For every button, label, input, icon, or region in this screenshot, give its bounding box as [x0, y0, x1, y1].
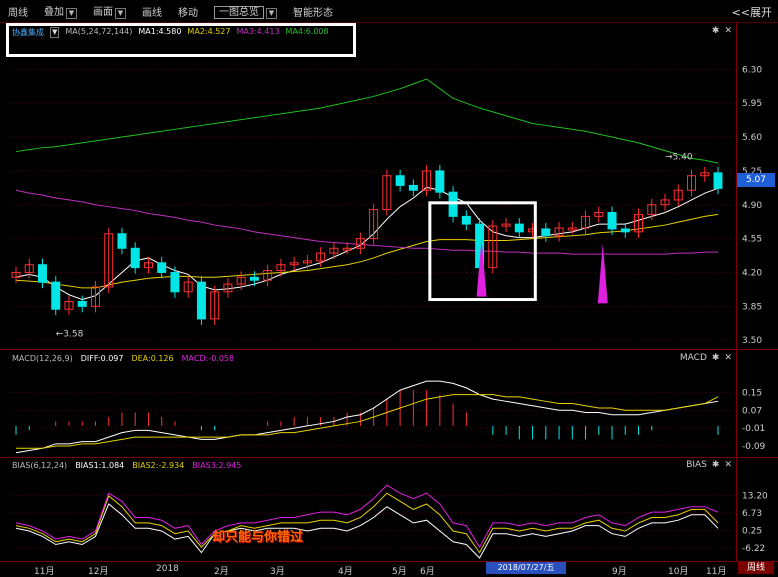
gear-icon[interactable]: ✱ — [712, 26, 720, 36]
macd-legend: MACD(12,26,9) DIFF:0.097 DEA:0.126 MACD:… — [12, 354, 234, 363]
close-point — [170, 271, 180, 293]
period-tag[interactable]: 周线 — [738, 562, 774, 574]
bias2-value: BIAS2:-2.934 — [132, 461, 185, 470]
chart-canvas: 6.305.955.605.254.904.554.203.853.50←3.5… — [10, 65, 768, 559]
macd-title: MACD(12,26,9) — [12, 354, 73, 363]
bias-tag: BIAS — [686, 460, 707, 470]
close-point — [249, 276, 259, 281]
x-tick-label: 11月 — [706, 567, 727, 577]
x-axis: 11月 12月 2018 2月 3月 4月 5月 6月 9月 10月 11月 — [0, 561, 778, 577]
close-point — [713, 172, 723, 189]
x-tick-label: 3月 — [270, 567, 285, 577]
close-point — [37, 264, 47, 283]
ma2-value: MA2:4.527 — [187, 27, 231, 36]
x-tick-label: 10月 — [668, 567, 689, 577]
close-point — [395, 175, 405, 186]
y-tick-label: 4.55 — [742, 235, 762, 245]
gear-icon[interactable]: ✱ — [712, 353, 720, 363]
series-line-bias3 — [15, 484, 719, 549]
stock-name[interactable]: 协鑫集成 — [12, 27, 44, 38]
close-point — [51, 281, 61, 310]
x-tick-label: 12月 — [88, 567, 109, 577]
y-tick-label: 5.60 — [742, 133, 762, 143]
close-point — [435, 170, 445, 193]
x-tick-label: 2018 — [156, 564, 179, 574]
y-tick-label: 4.20 — [742, 268, 762, 278]
series-line-dea — [16, 394, 719, 449]
y-tick-label: 6.30 — [742, 65, 762, 75]
bias1-value: BIAS1:1.084 — [75, 461, 125, 470]
close-point — [514, 223, 524, 233]
close-point — [461, 215, 471, 225]
close-point — [157, 262, 167, 273]
x-tick-label: 9月 — [612, 567, 627, 577]
y-tick-label: 3.85 — [742, 302, 762, 312]
close-point — [541, 228, 551, 237]
price-legend: 协鑫集成 ▼ MA(5,24,72,144) MA1:4.580 MA2:4.5… — [12, 27, 329, 38]
bias-tools: BIAS ✱ ✕ — [686, 460, 732, 470]
ma-label: MA(5,24,72,144) — [65, 27, 133, 36]
y-tick-label: 5.95 — [742, 99, 762, 109]
close-point — [607, 211, 617, 230]
gear-icon[interactable]: ✱ — [712, 460, 720, 470]
last-price-tag: 5.07 — [737, 173, 775, 187]
y-tick-label: 0.07 — [742, 406, 762, 416]
chevron-down-icon[interactable]: ▼ — [50, 27, 60, 38]
ma1-value: MA1:4.580 — [138, 27, 182, 36]
macd-value: MACD:-0.058 — [181, 354, 235, 363]
close-icon[interactable]: ✕ — [724, 26, 732, 36]
close-point — [408, 184, 418, 191]
y-tick-label: -0.01 — [742, 424, 765, 434]
y-tick-label: 13.20 — [742, 491, 768, 501]
y-tick-label: 3.50 — [742, 336, 762, 346]
series-line-ma4 — [15, 78, 719, 164]
cursor-date-tag: 2018/07/27/五 — [486, 562, 566, 574]
bias-legend: BIAS(6,12,24) BIAS1:1.084 BIAS2:-2.934 B… — [12, 461, 241, 470]
y-tick-label: -6.22 — [742, 544, 765, 554]
y-tick-label: 0.25 — [742, 526, 762, 536]
close-point — [620, 228, 630, 233]
close-point — [196, 281, 206, 320]
ma3-value: MA3:4.413 — [236, 27, 280, 36]
macd-tag: MACD — [679, 353, 707, 363]
y-tick-label: 6.73 — [742, 509, 762, 519]
price-panel-tools: ✱ ✕ — [712, 26, 732, 36]
x-tick-label: 2月 — [214, 567, 229, 577]
ma4-value: MA4:6.008 — [285, 27, 329, 36]
y-tick-label: 4.90 — [742, 201, 762, 211]
macd-dea: DEA:0.126 — [131, 354, 174, 363]
pink-arrow — [597, 243, 608, 304]
close-point — [77, 300, 87, 307]
x-tick-label: 5月 — [392, 567, 407, 577]
high-price-annotation: →5.40 — [665, 152, 693, 162]
bias3-value: BIAS3:2.945 — [192, 461, 242, 470]
close-icon[interactable]: ✕ — [724, 460, 732, 470]
macd-diff: DIFF:0.097 — [80, 354, 124, 363]
low-price-annotation: ←3.58 — [56, 329, 84, 339]
x-tick-label: 11月 — [34, 567, 55, 577]
overlay-caption: 却只能与你错过 — [212, 530, 304, 545]
close-point — [130, 247, 140, 269]
close-icon[interactable]: ✕ — [724, 353, 732, 363]
y-tick-label: 0.15 — [742, 388, 762, 398]
x-tick-label: 4月 — [338, 567, 353, 577]
close-point — [117, 233, 127, 249]
y-tick-label: -0.09 — [742, 442, 766, 452]
x-tick-label: 6月 — [420, 567, 435, 577]
macd-tools: MACD ✱ ✕ — [680, 353, 732, 363]
bias-title: BIAS(6,12,24) — [12, 461, 68, 470]
